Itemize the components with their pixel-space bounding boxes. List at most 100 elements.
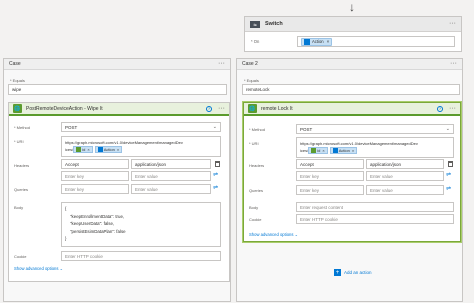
chevron-down-icon: ⌄ [59, 266, 64, 271]
query-value-input[interactable]: Enter value [366, 185, 444, 195]
http-icon: 🌐 [13, 104, 22, 113]
method-label: * Method [249, 127, 266, 132]
remove-token-icon[interactable]: × [352, 148, 354, 153]
equals-input[interactable]: remoteLock [242, 84, 460, 95]
token-label: Action [103, 147, 115, 152]
switch-mode-icon[interactable]: ⇌ [446, 171, 451, 178]
action-title: PostRemoteDeviceAction - Wipe It [26, 105, 103, 112]
cookie-label: Cookie [14, 254, 27, 259]
uri-token-id[interactable]: id × [73, 146, 93, 153]
body-line: "keepUserData": false, [70, 221, 115, 226]
header-value-input[interactable]: application/json [366, 159, 444, 169]
remove-token-icon[interactable]: × [327, 39, 330, 44]
switch-mode-icon[interactable]: ⇌ [213, 184, 218, 191]
body-line: { [65, 206, 67, 211]
body-line: } [65, 236, 67, 241]
on-label: * On [251, 39, 260, 44]
action-header[interactable]: 🌐 PostRemoteDeviceAction - Wipe It ? ··· [9, 103, 229, 116]
equals-value: remoteLock [246, 87, 270, 92]
help-icon[interactable]: ? [437, 105, 443, 112]
switch-header[interactable]: ⇋ Switch ··· [245, 17, 461, 32]
header-value: application/json [370, 161, 402, 167]
add-action-label: Add an action [344, 270, 372, 275]
token-label: Action [312, 39, 324, 44]
header-value-input[interactable]: application/json [131, 159, 211, 169]
token-icon [304, 38, 310, 45]
switch-mode-icon[interactable]: ⇌ [446, 185, 451, 192]
case-header[interactable]: Case 2 ··· [237, 59, 462, 70]
switch-title: Switch [265, 21, 283, 27]
flow-arrow-icon: ↓ [349, 0, 355, 14]
trash-icon[interactable] [215, 161, 220, 167]
switch-menu-icon[interactable]: ··· [449, 20, 456, 27]
switch-mode-icon[interactable]: ⇌ [213, 171, 218, 178]
query-key-input[interactable]: Enter key [61, 184, 129, 194]
cookie-placeholder: Enter HTTP cookie [65, 253, 103, 259]
token-icon [97, 147, 103, 152]
uri-token-action[interactable]: Action × [329, 147, 358, 154]
header-key-input[interactable]: Accept [296, 159, 364, 169]
help-icon[interactable]: ? [206, 105, 212, 112]
on-token[interactable]: Action × [301, 37, 333, 46]
method-value: POST [300, 126, 313, 132]
header-value-empty[interactable]: Enter value [366, 171, 444, 181]
action-header[interactable]: 🌐 remote Lock It ? ··· [244, 103, 460, 116]
token-icon [311, 148, 317, 153]
on-input[interactable]: Action × [297, 36, 455, 47]
http-icon: 🌐 [248, 104, 257, 113]
method-label: * Method [14, 125, 31, 130]
uri-token-id[interactable]: id × [308, 147, 328, 154]
remove-token-icon[interactable]: × [117, 147, 119, 152]
key-placeholder: Enter key [300, 173, 320, 179]
uri-text: https://graph.microsoft.com/v1.0/deviceM… [65, 140, 183, 145]
header-value-empty[interactable]: Enter value [131, 171, 211, 181]
show-advanced-options[interactable]: Show advanced options ⌄ [249, 232, 298, 237]
show-advanced-options[interactable]: Show advanced options ⌄ [14, 266, 63, 271]
action-menu-icon[interactable]: ··· [449, 105, 456, 112]
queries-label: Queries [249, 188, 264, 193]
case-header[interactable]: Case ··· [4, 59, 230, 70]
case-menu-icon[interactable]: ··· [218, 60, 225, 67]
method-select[interactable]: POST ⌄ [61, 122, 221, 132]
cookie-input[interactable]: Enter HTTP cookie [296, 214, 454, 224]
header-key-input[interactable]: Accept [61, 159, 129, 169]
body-line: "persistEsimDataPlan": false [70, 228, 126, 234]
action-menu-icon[interactable]: ··· [218, 105, 225, 112]
equals-input[interactable]: wipe [8, 84, 227, 95]
trash-icon[interactable] [448, 161, 453, 167]
action-title: remote Lock It [261, 105, 293, 112]
body-label: Body [14, 205, 24, 210]
remove-token-icon[interactable]: × [322, 148, 324, 153]
uri-input[interactable]: https://graph.microsoft.com/v1.0/deviceM… [296, 137, 454, 158]
case-title: Case [9, 61, 21, 67]
method-value: POST [65, 124, 78, 130]
cookie-label: Cookie [249, 217, 262, 222]
case-menu-icon[interactable]: ··· [450, 60, 457, 67]
query-value-input[interactable]: Enter value [131, 184, 211, 194]
case-title: Case 2 [242, 61, 258, 67]
uri-input[interactable]: https://graph.microsoft.com/v1.0/deviceM… [61, 136, 221, 157]
body-line: "keepEnrollmentData": true, [70, 213, 125, 219]
equals-value: wipe [12, 87, 22, 92]
uri-text: https://graph.microsoft.com/v1.0/deviceM… [300, 141, 418, 146]
header-key-empty[interactable]: Enter key [61, 171, 129, 181]
token-icon [332, 148, 338, 153]
cookie-input[interactable]: Enter HTTP cookie [61, 251, 221, 261]
uri-prefix: ices/ [300, 148, 309, 153]
token-label: Action [338, 148, 350, 153]
remove-token-icon[interactable]: × [87, 147, 89, 152]
cookie-placeholder: Enter HTTP cookie [300, 216, 338, 222]
key-placeholder: Enter key [65, 186, 85, 192]
body-input[interactable]: { "keepEnrollmentData": true, "keepUserD… [61, 202, 221, 247]
chevron-down-icon: ⌄ [212, 124, 217, 130]
add-action-button[interactable]: + Add an action [334, 269, 372, 276]
headers-label: Headers [249, 163, 265, 168]
method-select[interactable]: POST ⌄ [296, 124, 454, 134]
queries-label: Queries [14, 187, 29, 192]
header-key-empty[interactable]: Enter key [296, 171, 364, 181]
uri-token-action[interactable]: Action × [94, 146, 123, 153]
query-key-input[interactable]: Enter key [296, 185, 364, 195]
body-input[interactable]: Enter request content [296, 202, 454, 212]
switch-card[interactable]: ⇋ Switch ··· * On Action × [244, 16, 462, 52]
chevron-down-icon: ⌄ [294, 232, 299, 237]
